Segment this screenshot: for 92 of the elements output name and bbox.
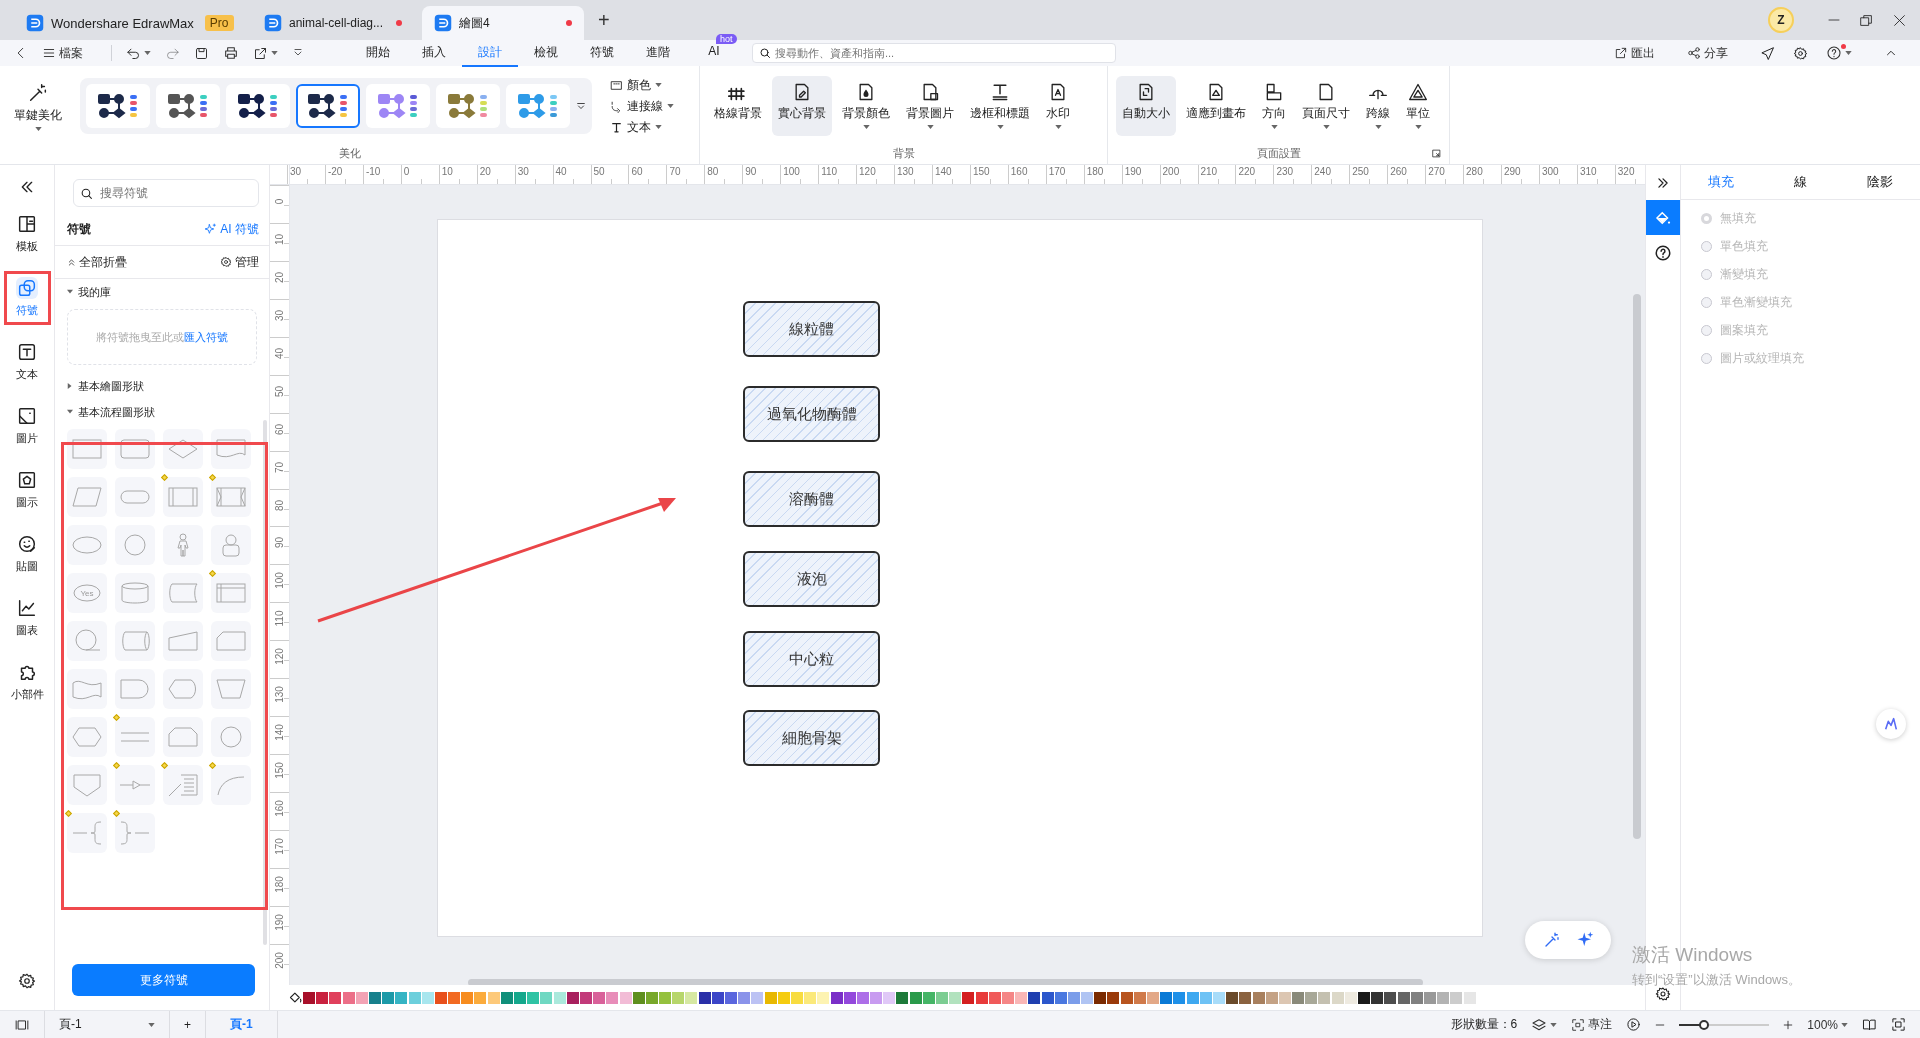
rail-item[interactable]: 圖片: [5, 399, 49, 451]
menu-tab[interactable]: 開始: [350, 39, 406, 65]
page-select[interactable]: 頁-1: [45, 1011, 170, 1038]
rail-item[interactable]: 圖示: [5, 463, 49, 515]
format-menu[interactable]: 連接線: [610, 97, 674, 115]
manage-button[interactable]: 管理: [220, 253, 259, 271]
document-tab[interactable]: 繪圖4: [422, 6, 584, 40]
group-label: 頁面設置: [1256, 146, 1301, 161]
zoom-select[interactable]: 100%: [1807, 1017, 1848, 1032]
user-avatar[interactable]: Z: [1768, 7, 1794, 33]
add-page-button[interactable]: +: [184, 1017, 191, 1032]
ruler-label: 110: [273, 609, 285, 629]
flowchart-node: 過氧化物酶體: [743, 386, 880, 442]
collapse-all-button[interactable]: 全部折疊: [67, 253, 127, 271]
ruler-label: 170: [273, 837, 285, 857]
flowchart-node: 細胞骨架: [743, 710, 880, 766]
rail-item[interactable]: 小部件: [5, 655, 49, 707]
document-tab[interactable]: Wondershare EdrawMax Pro: [14, 6, 244, 40]
ruler-label: 60: [273, 422, 285, 437]
ruler-label: 0: [273, 197, 285, 207]
rail-item[interactable]: 圖表: [5, 591, 49, 643]
ribbon-button[interactable]: 背景顏色: [836, 76, 896, 136]
ruler-label: 40: [273, 346, 285, 361]
import-symbols-link[interactable]: 匯入符號: [184, 329, 228, 345]
rail-item[interactable]: 文本: [5, 335, 49, 387]
ruler-label: 100: [273, 571, 285, 592]
panel-title: 符號: [67, 220, 91, 238]
shape-count: 形狀數量：6: [1450, 1016, 1518, 1033]
format-menu[interactable]: 顏色: [610, 76, 674, 94]
tab-title: Wondershare EdrawMax: [51, 15, 194, 31]
pro-badge: Pro: [204, 15, 234, 31]
format-menu[interactable]: 文本: [610, 118, 674, 136]
document-tab[interactable]: animal-cell-diag...: [252, 6, 414, 40]
ribbon-button[interactable]: 格線背景: [708, 76, 768, 136]
tab-title: 繪圖4: [459, 14, 491, 32]
library-header[interactable]: 基本流程圖形狀: [55, 399, 269, 425]
ribbon-button[interactable]: 頁面尺寸: [1296, 76, 1356, 136]
ribbon-button[interactable]: 適應到畫布: [1180, 76, 1252, 136]
ruler-label: 20: [273, 270, 285, 285]
file-menu[interactable]: 檔案: [42, 44, 83, 62]
ruler-label: 140: [273, 723, 285, 743]
rail-item[interactable]: 模板: [5, 207, 49, 259]
rail-item[interactable]: 貼圖: [5, 527, 49, 579]
ruler-label: 200: [273, 950, 285, 971]
ribbon-button[interactable]: 方向: [1256, 76, 1292, 136]
ruler-label: 90: [273, 536, 285, 551]
ruler-label: 10: [273, 232, 285, 247]
tab-title: animal-cell-diag...: [289, 16, 385, 30]
flowchart-node: 線粒體: [743, 301, 880, 357]
ruler-label: 130: [273, 685, 285, 706]
ruler-label: 30: [273, 308, 285, 323]
menu-tab[interactable]: 符號: [574, 39, 630, 65]
flowchart-node: 液泡: [743, 551, 880, 607]
ruler-label: 150: [273, 761, 285, 781]
ribbon-button[interactable]: 背景圖片: [900, 76, 960, 136]
search-field[interactable]: 搜尋動作、資產和指南...: [752, 43, 1116, 63]
export-button[interactable]: 匯出: [1614, 44, 1655, 62]
share-button[interactable]: 分享: [1687, 44, 1728, 62]
ribbon-button[interactable]: 邊框和標題: [964, 76, 1036, 136]
ribbon-button[interactable]: 單位: [1400, 76, 1436, 136]
search-field[interactable]: 搜尋符號: [73, 179, 259, 207]
ruler-label: 180: [273, 875, 285, 895]
ruler-label: 120: [273, 647, 285, 668]
ruler-label: 50: [273, 384, 285, 399]
activation-title: 激活 Windows: [1632, 943, 1754, 967]
ribbon-button[interactable]: 實心背景: [772, 76, 832, 136]
library-header[interactable]: 我的庫: [55, 279, 269, 305]
ribbon-button[interactable]: 跨線: [1360, 76, 1396, 136]
flowchart-node: 溶酶體: [743, 471, 880, 527]
ribbon-button[interactable]: 自動大小: [1116, 76, 1176, 136]
flowchart-node: 中心粒: [743, 631, 880, 687]
new-tab-button[interactable]: +: [598, 8, 610, 32]
focus-button[interactable]: 專注: [1571, 1016, 1613, 1033]
activation-hint: 转到“设置”以激活 Windows。: [1632, 971, 1801, 989]
ruler-label: 190: [273, 912, 285, 933]
group-label: 美化: [338, 146, 361, 161]
page-tab[interactable]: 頁-1: [206, 1011, 278, 1038]
group-label: 背景: [892, 146, 915, 161]
rail-item[interactable]: 符號: [5, 271, 49, 323]
ai-symbols-link[interactable]: AI 符號: [204, 220, 259, 238]
drop-zone-hint: 將符號拖曳至此或匯入符號: [67, 309, 257, 365]
ruler-label: 160: [273, 799, 285, 819]
ruler-label: 80: [273, 498, 285, 513]
menu-tab[interactable]: 檢視: [518, 39, 574, 65]
menu-tab[interactable]: 插入: [406, 39, 462, 65]
more-symbols-button[interactable]: 更多符號: [72, 964, 255, 996]
library-header[interactable]: 基本繪圖形狀: [55, 373, 269, 399]
hot-badge: hot: [716, 33, 737, 44]
ruler-label: 70: [273, 460, 285, 475]
menu-tab[interactable]: 進階: [630, 39, 686, 65]
ribbon-button[interactable]: 水印: [1040, 76, 1076, 136]
beautify-button[interactable]: 單鍵美化: [8, 75, 68, 137]
